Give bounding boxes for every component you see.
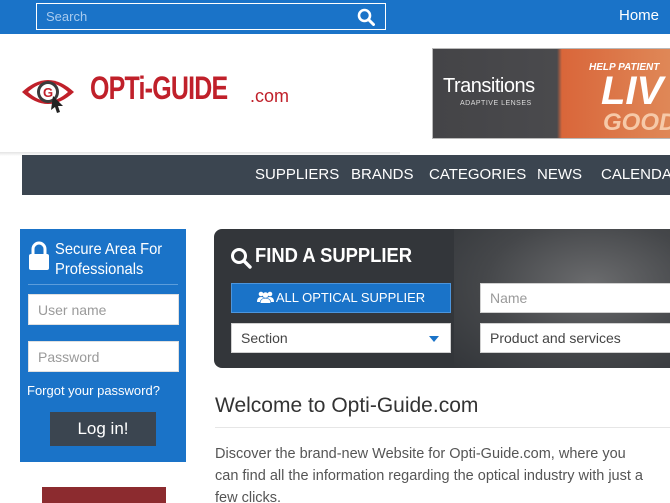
ad-live-text: LIV xyxy=(601,69,664,113)
svg-text:G: G xyxy=(43,85,53,100)
search-icon xyxy=(231,248,252,269)
welcome-title: Welcome to Opti-Guide.com xyxy=(215,394,479,417)
nav-item-brands[interactable]: BRANDS xyxy=(351,166,414,183)
supplier-name-input[interactable]: Name xyxy=(480,283,670,313)
main-nav: SUPPLIERS BRANDS CATEGORIES NEWS CALENDA xyxy=(22,155,670,195)
welcome-text: Discover the brand-new Website for Opti-… xyxy=(215,446,643,503)
transitions-ad-banner[interactable]: Transitions ADAPTIVE LENSES HELP PATIENT… xyxy=(432,48,670,139)
forgot-password-link[interactable]: Forgot your password? xyxy=(27,383,160,398)
search-icon[interactable] xyxy=(357,8,375,26)
ad-good-text: GOOD xyxy=(603,109,670,136)
login-title: Secure Area For Professionals xyxy=(55,241,163,278)
section-select[interactable]: Section xyxy=(231,323,451,353)
username-field[interactable]: User name xyxy=(28,294,179,325)
password-placeholder: Password xyxy=(38,349,100,365)
top-bar: Search Home xyxy=(0,0,670,34)
login-button[interactable]: Log in! xyxy=(50,412,156,446)
product-value: Product and services xyxy=(490,330,621,346)
lock-icon xyxy=(29,241,49,270)
users-icon xyxy=(256,291,274,303)
username-placeholder: User name xyxy=(38,302,107,318)
logo-suffix: .com xyxy=(250,86,290,106)
search-input[interactable]: Search xyxy=(36,3,386,30)
page: Search Home G OPTi-GUIDE .com Transition… xyxy=(0,0,670,503)
welcome-divider xyxy=(215,427,670,428)
all-optical-supplier-label: ALL OPTICAL SUPPLIER xyxy=(275,290,426,305)
site-logo[interactable]: G OPTi-GUIDE .com xyxy=(20,70,290,116)
eye-logo-icon: G xyxy=(22,80,74,113)
caret-down-icon xyxy=(429,336,439,342)
nav-item-news[interactable]: NEWS xyxy=(537,166,582,183)
finder-title: FIND A SUPPLIER xyxy=(255,245,413,267)
nav-item-categories[interactable]: CATEGORIES xyxy=(429,166,526,183)
small-ad[interactable]: ✕ xyxy=(42,487,166,503)
home-link[interactable]: Home xyxy=(619,7,659,24)
login-divider xyxy=(28,284,178,285)
logo-name: OPTi-GUIDE xyxy=(90,70,228,106)
all-optical-supplier-button[interactable]: ALL OPTICAL SUPPLIER xyxy=(231,283,451,313)
login-panel: Secure Area For Professionals User name … xyxy=(20,229,186,462)
section-value: Section xyxy=(241,330,288,346)
find-supplier-panel: FIND A SUPPLIER ALL OPTICAL SUPPLIER Nam… xyxy=(214,229,670,368)
ad-brand: Transitions xyxy=(443,75,535,97)
search-placeholder: Search xyxy=(46,9,88,24)
nav-item-calendar[interactable]: CALENDA xyxy=(601,166,670,183)
nav-item-suppliers[interactable]: SUPPLIERS xyxy=(255,166,339,183)
name-placeholder: Name xyxy=(490,290,528,306)
ad-tagline: ADAPTIVE LENSES xyxy=(460,100,532,107)
password-field[interactable]: Password xyxy=(28,341,179,372)
product-services-select[interactable]: Product and services xyxy=(480,323,670,353)
